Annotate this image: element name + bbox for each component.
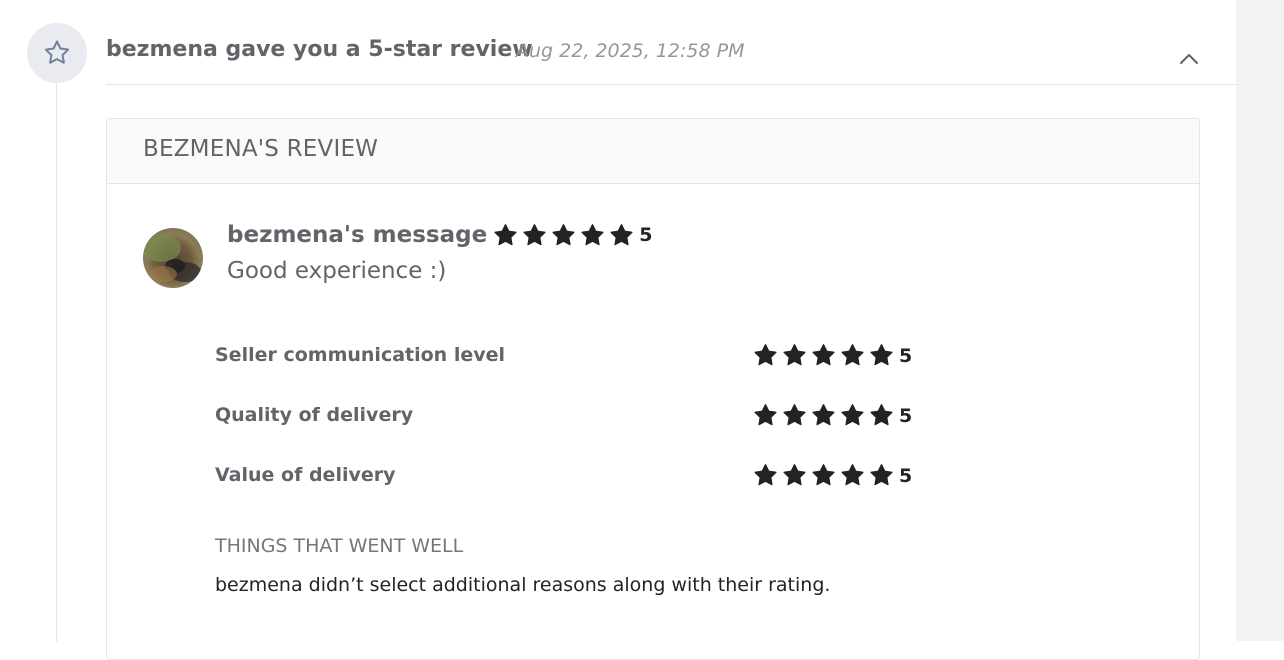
overall-star-rating	[493, 223, 638, 248]
criteria-row-value: Value of delivery 5	[215, 459, 1015, 519]
chevron-up-icon	[1180, 54, 1198, 64]
criteria-rating-value: 5	[899, 404, 913, 427]
review-author-label: bezmena's message	[227, 222, 488, 248]
star-filled-icon	[494, 223, 517, 245]
star-filled-icon	[812, 404, 835, 426]
things-went-well-text: bezmena didn’t select additional reasons…	[215, 574, 831, 596]
rating-criteria: Seller communication level 5 Quality of …	[215, 339, 1015, 519]
criteria-rating-value: 5	[899, 344, 913, 367]
star-filled-icon	[870, 464, 893, 486]
star-filled-icon	[610, 223, 633, 245]
things-went-well-title: THINGS THAT WENT WELL	[215, 535, 464, 557]
page-scroll-gutter	[1236, 0, 1284, 641]
star-filled-icon	[754, 344, 777, 366]
star-filled-icon	[812, 464, 835, 486]
review-card-header: BEZMENA'S REVIEW	[107, 119, 1199, 184]
review-card: BEZMENA'S REVIEW bezmena's message 5 Goo…	[106, 118, 1200, 660]
avatar[interactable]	[143, 228, 203, 288]
star-filled-icon	[783, 404, 806, 426]
review-event-header: bezmena gave you a 5-star review Aug 22,…	[106, 0, 1236, 85]
timeline-line	[56, 82, 57, 642]
review-card-title: BEZMENA'S REVIEW	[143, 136, 379, 162]
criteria-star-rating	[753, 463, 898, 488]
star-filled-icon	[841, 464, 864, 486]
review-message-header: bezmena's message 5	[227, 222, 652, 248]
criteria-star-rating	[753, 403, 898, 428]
star-filled-icon	[783, 464, 806, 486]
star-filled-icon	[870, 404, 893, 426]
criteria-rating-value: 5	[899, 464, 913, 487]
star-filled-icon	[812, 344, 835, 366]
criteria-label: Seller communication level	[215, 344, 506, 366]
criteria-row-communication: Seller communication level 5	[215, 339, 1015, 399]
star-filled-icon	[754, 464, 777, 486]
star-filled-icon	[552, 223, 575, 245]
collapse-toggle-button[interactable]	[1176, 46, 1202, 72]
review-message: Good experience :)	[227, 258, 447, 284]
overall-rating-value: 5	[639, 224, 653, 246]
criteria-label: Quality of delivery	[215, 404, 414, 426]
criteria-star-rating	[753, 343, 898, 368]
criteria-label: Value of delivery	[215, 464, 396, 486]
criteria-row-quality: Quality of delivery 5	[215, 399, 1015, 459]
star-filled-icon	[523, 223, 546, 245]
star-filled-icon	[754, 404, 777, 426]
star-filled-icon	[581, 223, 604, 245]
star-filled-icon	[841, 344, 864, 366]
star-filled-icon	[783, 344, 806, 366]
star-filled-icon	[841, 404, 864, 426]
event-title: bezmena gave you a 5-star review	[106, 37, 533, 62]
event-timestamp: Aug 22, 2025, 12:58 PM	[516, 40, 745, 62]
star-filled-icon	[870, 344, 893, 366]
star-outline-icon	[27, 23, 87, 83]
